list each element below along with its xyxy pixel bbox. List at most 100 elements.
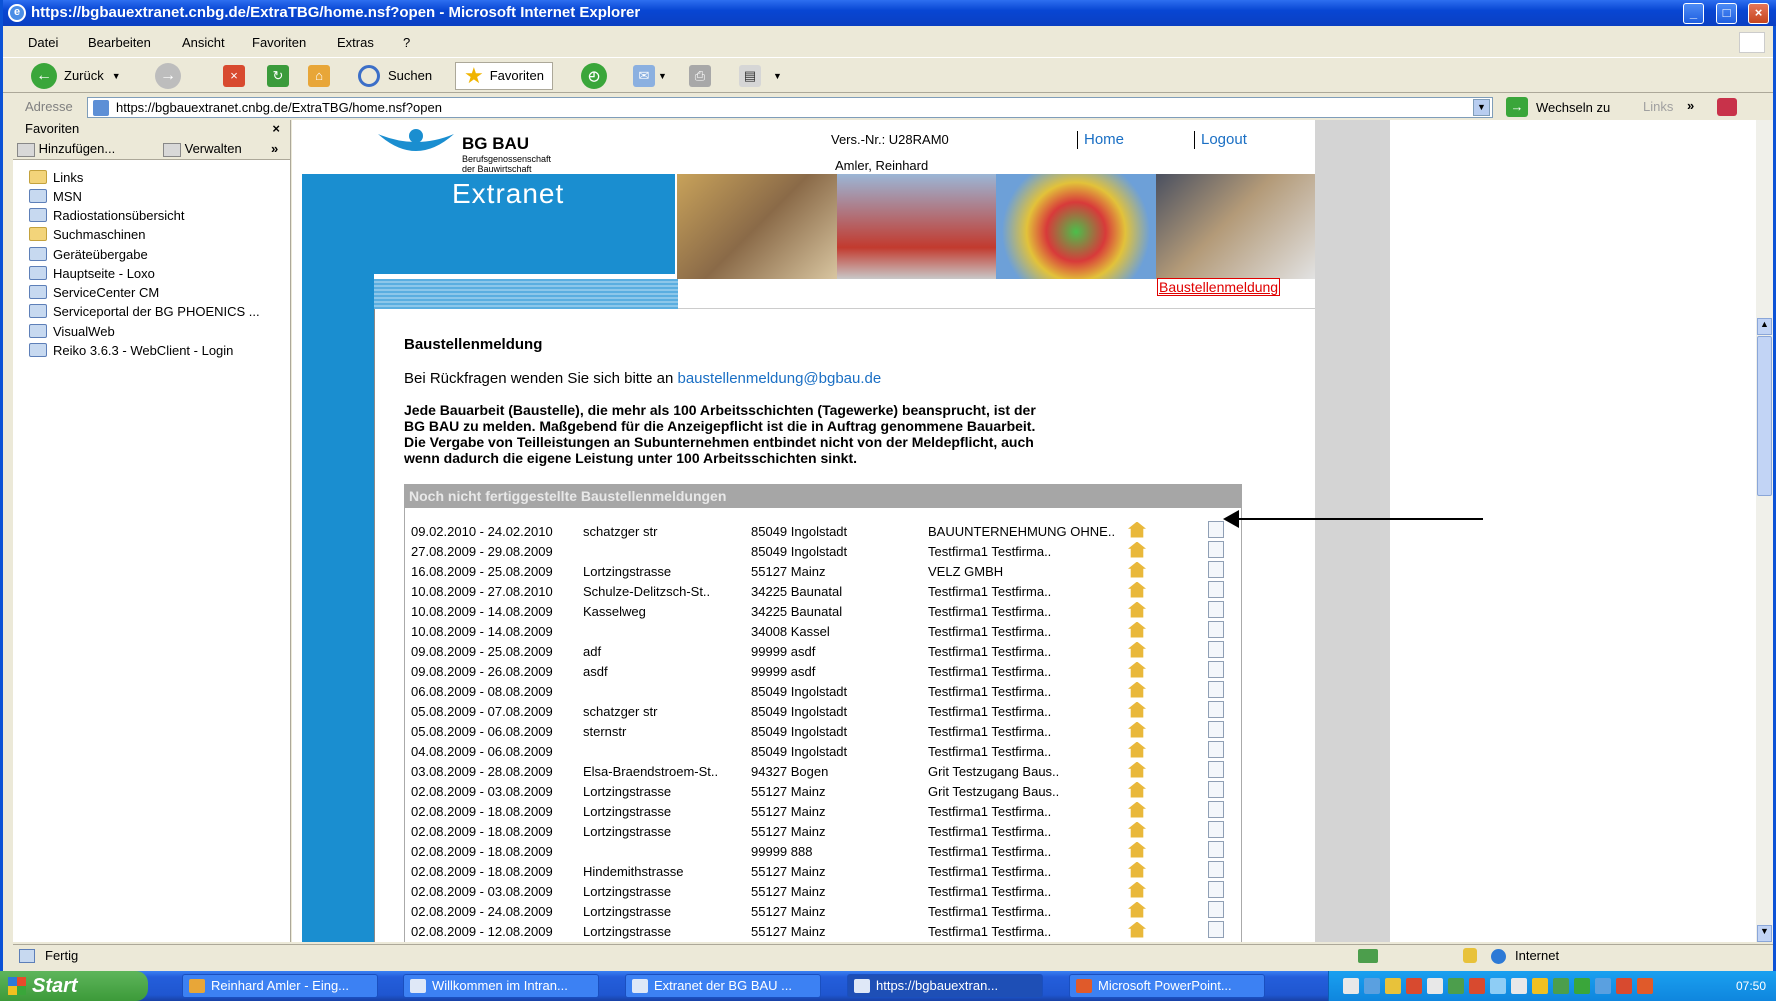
house-icon-cell[interactable] — [1128, 781, 1208, 801]
edit-doc-icon-cell[interactable] — [1208, 641, 1228, 661]
house-icon-cell[interactable] — [1128, 581, 1208, 601]
house-icon[interactable] — [1128, 741, 1146, 758]
house-icon-cell[interactable] — [1128, 901, 1208, 921]
minimize-button[interactable]: _ — [1683, 3, 1704, 24]
maximize-button[interactable]: □ — [1716, 3, 1737, 24]
house-icon[interactable] — [1128, 621, 1146, 638]
start-button[interactable]: Start — [0, 971, 148, 1001]
edit-document-icon[interactable] — [1208, 541, 1224, 558]
add-favorite-button[interactable]: Hinzufügen... — [17, 138, 115, 160]
address-input[interactable]: https://bgbauextranet.cnbg.de/ExtraTBG/h… — [87, 97, 1493, 118]
house-icon-cell[interactable] — [1128, 881, 1208, 901]
edit-doc-icon-cell[interactable] — [1208, 601, 1228, 621]
edit-document-icon[interactable] — [1208, 841, 1224, 858]
house-icon-cell[interactable] — [1128, 541, 1208, 561]
tray-icon[interactable] — [1448, 978, 1464, 994]
favorite-item[interactable]: Hauptseite - Loxo — [29, 264, 155, 283]
forward-button[interactable]: → — [155, 62, 181, 90]
house-icon[interactable] — [1128, 841, 1146, 858]
scroll-thumb[interactable] — [1757, 336, 1772, 496]
edit-document-icon[interactable] — [1208, 921, 1224, 938]
menu-datei[interactable]: Datei — [28, 35, 58, 50]
go-button[interactable]: → Wechseln zu — [1506, 97, 1610, 117]
edit-document-icon[interactable] — [1208, 881, 1224, 898]
edit-document-icon[interactable] — [1208, 601, 1224, 618]
tray-icon[interactable] — [1511, 978, 1527, 994]
house-icon[interactable] — [1128, 701, 1146, 718]
tray-icon[interactable] — [1490, 978, 1506, 994]
tray-icon[interactable] — [1385, 978, 1401, 994]
edit-doc-icon-cell[interactable] — [1208, 761, 1228, 781]
favorite-item[interactable]: MSN — [29, 187, 82, 206]
close-icon[interactable]: × — [272, 120, 280, 138]
tray-icon[interactable] — [1616, 978, 1632, 994]
house-icon[interactable] — [1128, 821, 1146, 838]
chevron-right-icon[interactable]: » — [1687, 98, 1694, 113]
tray-icon[interactable] — [1406, 978, 1422, 994]
menu-help[interactable]: ? — [403, 35, 410, 50]
house-icon-cell[interactable] — [1128, 601, 1208, 621]
edit-button[interactable]: ▤ ▼ — [739, 62, 782, 90]
edit-doc-icon-cell[interactable] — [1208, 741, 1228, 761]
house-icon[interactable] — [1128, 681, 1146, 698]
edit-document-icon[interactable] — [1208, 721, 1224, 738]
house-icon[interactable] — [1128, 601, 1146, 618]
favorite-item[interactable]: Suchmaschinen — [29, 225, 146, 244]
edit-document-icon[interactable] — [1208, 801, 1224, 818]
edit-document-icon[interactable] — [1208, 781, 1224, 798]
tray-icon[interactable] — [1532, 978, 1548, 994]
edit-doc-icon-cell[interactable] — [1208, 781, 1228, 801]
print-button[interactable]: ⎙ — [689, 62, 711, 90]
house-icon-cell[interactable] — [1128, 621, 1208, 641]
house-icon[interactable] — [1128, 521, 1146, 538]
house-icon[interactable] — [1128, 901, 1146, 918]
tray-icon[interactable] — [1574, 978, 1590, 994]
edit-document-icon[interactable] — [1208, 701, 1224, 718]
tray-icon[interactable] — [1595, 978, 1611, 994]
house-icon-cell[interactable] — [1128, 661, 1208, 681]
edit-doc-icon-cell[interactable] — [1208, 721, 1228, 741]
edit-doc-icon-cell[interactable] — [1208, 581, 1228, 601]
house-icon-cell[interactable] — [1128, 741, 1208, 761]
house-icon[interactable] — [1128, 561, 1146, 578]
tray-icon[interactable] — [1469, 978, 1485, 994]
edit-doc-icon-cell[interactable] — [1208, 681, 1228, 701]
edit-doc-icon-cell[interactable] — [1208, 541, 1228, 561]
house-icon[interactable] — [1128, 581, 1146, 598]
house-icon-cell[interactable] — [1128, 681, 1208, 701]
edit-doc-icon-cell[interactable] — [1208, 881, 1228, 901]
tray-icon[interactable] — [1553, 978, 1569, 994]
favorite-item[interactable]: Reiko 3.6.3 - WebClient - Login — [29, 341, 233, 360]
edit-document-icon[interactable] — [1208, 561, 1224, 578]
tray-icon[interactable] — [1364, 978, 1380, 994]
house-icon[interactable] — [1128, 661, 1146, 678]
home-button[interactable]: ⌂ — [308, 62, 330, 90]
tray-icon[interactable] — [1427, 978, 1443, 994]
links-label[interactable]: Links — [1643, 99, 1673, 114]
house-icon-cell[interactable] — [1128, 801, 1208, 821]
toolbar-addon-icon[interactable] — [1717, 98, 1737, 116]
favorites-button[interactable]: ★ Favoriten — [455, 62, 553, 90]
house-icon-cell[interactable] — [1128, 641, 1208, 661]
edit-doc-icon-cell[interactable] — [1208, 561, 1228, 581]
nav-home-link[interactable]: Home — [1077, 131, 1124, 149]
menu-extras[interactable]: Extras — [337, 35, 374, 50]
edit-document-icon[interactable] — [1208, 761, 1224, 778]
house-icon[interactable] — [1128, 541, 1146, 558]
house-icon[interactable] — [1128, 861, 1146, 878]
edit-document-icon[interactable] — [1208, 581, 1224, 598]
edit-document-icon[interactable] — [1208, 681, 1224, 698]
house-icon-cell[interactable] — [1128, 521, 1208, 541]
house-icon[interactable] — [1128, 641, 1146, 658]
favorite-item[interactable]: Geräteübergabe — [29, 245, 148, 264]
house-icon[interactable] — [1128, 801, 1146, 818]
scroll-up-icon[interactable]: ▲ — [1757, 318, 1772, 335]
menu-bearbeiten[interactable]: Bearbeiten — [88, 35, 151, 50]
menu-ansicht[interactable]: Ansicht — [182, 35, 225, 50]
vertical-scrollbar[interactable]: ▲ ▼ — [1756, 120, 1773, 942]
contact-email-link[interactable]: baustellenmeldung@bgbau.de — [678, 370, 882, 387]
task-outlook[interactable]: Reinhard Amler - Eing... — [182, 974, 378, 998]
house-icon[interactable] — [1128, 881, 1146, 898]
task-powerpoint[interactable]: Microsoft PowerPoint... — [1069, 974, 1265, 998]
favorite-item[interactable]: Radiostationsübersicht — [29, 206, 185, 225]
